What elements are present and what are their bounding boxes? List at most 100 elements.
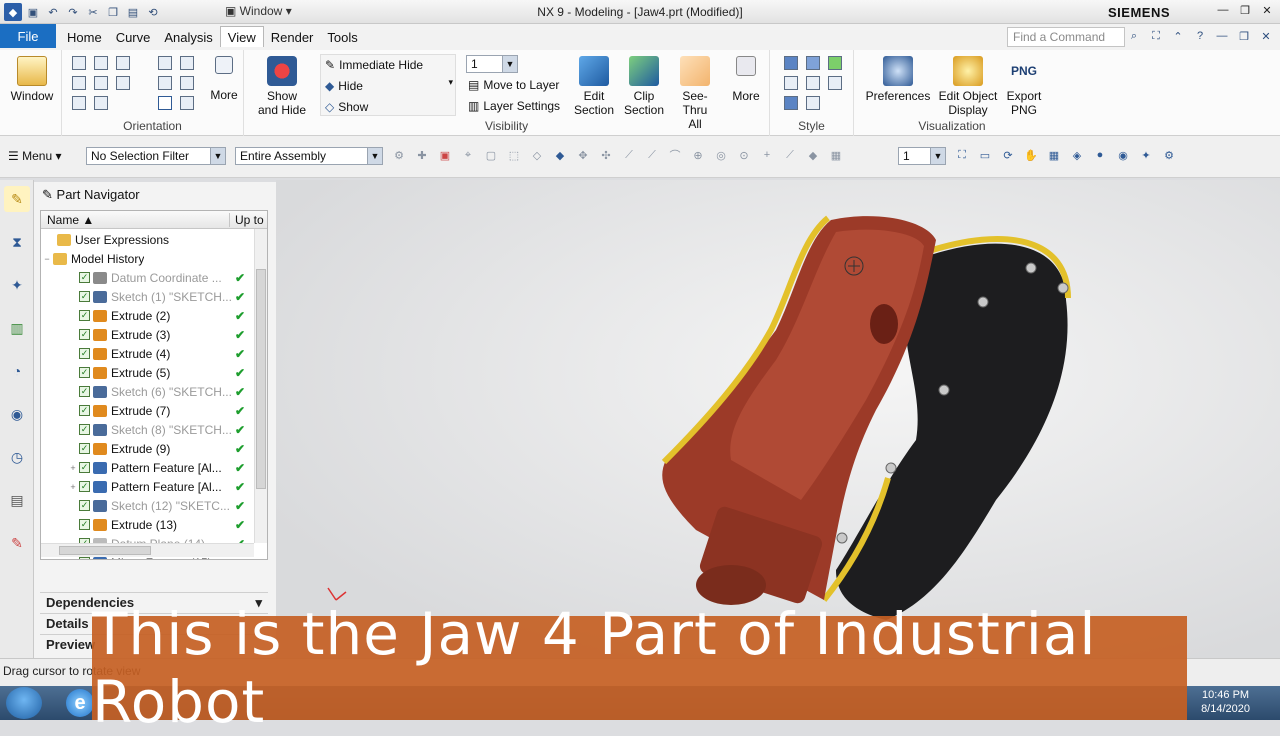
- bottom-view-icon[interactable]: [72, 96, 86, 110]
- scroll-thumb[interactable]: [59, 546, 151, 555]
- close-icon[interactable]: ✕: [1258, 2, 1276, 18]
- layer-settings-button[interactable]: ▥ Layer Settings: [468, 99, 560, 113]
- minimize-icon[interactable]: —: [1214, 2, 1232, 18]
- shaded-edges-icon[interactable]: [784, 56, 798, 70]
- internet-explorer-icon[interactable]: e: [66, 689, 94, 717]
- rotate-icon[interactable]: [158, 96, 172, 110]
- tree-row[interactable]: ✓ Extrude (3) ✔: [41, 325, 253, 344]
- reuse-library-icon[interactable]: ▥: [4, 315, 30, 341]
- tree-row[interactable]: ✓ Sketch (6) "SKETCH... ✔: [41, 382, 253, 401]
- tree-row[interactable]: ✓ Sketch (8) "SKETCH... ✔: [41, 420, 253, 439]
- pan-icon[interactable]: [158, 76, 172, 90]
- tree-row[interactable]: ✓ Sketch (1) "SKETCH... ✔: [41, 287, 253, 306]
- tab-render[interactable]: Render: [264, 28, 321, 47]
- tree-row[interactable]: ✓ Extrude (4) ✔: [41, 344, 253, 363]
- hide-show-scroll-icon[interactable]: ▾: [448, 77, 453, 88]
- jaw4-part-model[interactable]: [276, 180, 1280, 658]
- top-view-icon[interactable]: [116, 56, 130, 70]
- help-icon[interactable]: ?: [1192, 28, 1208, 44]
- tab-home[interactable]: Home: [60, 28, 109, 47]
- isometric-icon[interactable]: [94, 56, 108, 70]
- graphics-window[interactable]: [276, 180, 1280, 658]
- hd3d-tools-icon[interactable]: ◔: [4, 358, 30, 384]
- scroll-thumb[interactable]: [256, 269, 266, 489]
- tree-row[interactable]: User Expressions: [41, 230, 253, 249]
- background-icon[interactable]: ●: [1093, 148, 1107, 162]
- up-to-date-column-header[interactable]: Up to: [229, 213, 264, 227]
- visibility-checkbox[interactable]: ✓: [79, 291, 90, 302]
- face-analysis-icon[interactable]: [828, 56, 842, 70]
- tree-row[interactable]: ✓ Sketch (12) "SKETC... ✔: [41, 496, 253, 515]
- view-triad-icon[interactable]: ✦: [1139, 148, 1153, 162]
- render-style-icon[interactable]: ▦: [1047, 148, 1061, 162]
- visibility-checkbox[interactable]: ✓: [79, 310, 90, 321]
- fullscreen-icon[interactable]: ⛶: [1148, 28, 1164, 44]
- left-view-icon[interactable]: [94, 96, 108, 110]
- solid-icon[interactable]: ◇: [530, 148, 544, 162]
- line-icon[interactable]: ⟋: [622, 148, 636, 162]
- toolbar-options-icon[interactable]: ⚙: [1162, 148, 1176, 162]
- palette-icon[interactable]: ✎: [4, 530, 30, 556]
- search-icon[interactable]: ⌕: [1126, 28, 1142, 44]
- tree-vertical-scrollbar[interactable]: [254, 229, 267, 543]
- window-button[interactable]: Window: [8, 56, 56, 103]
- quadrant-icon[interactable]: ⊙: [737, 148, 751, 162]
- orientation-more-button[interactable]: More: [208, 56, 240, 102]
- select-all-icon[interactable]: ⬚: [507, 148, 521, 162]
- trimetric-icon[interactable]: [72, 56, 86, 70]
- show-and-hide-button[interactable]: Show and Hide: [252, 56, 312, 117]
- name-column-header[interactable]: Name ▲: [47, 213, 94, 227]
- rotate-view-icon[interactable]: ⟳: [1001, 148, 1015, 162]
- selection-filter-dropdown[interactable]: No Selection Filter ▼: [86, 147, 226, 165]
- part-navigator-tab-icon[interactable]: ✎: [4, 186, 30, 212]
- tree-row[interactable]: ✓ Extrude (13) ✔: [41, 515, 253, 534]
- tree-row[interactable]: + ✓ Pattern Feature [Al... ✔: [41, 458, 253, 477]
- orient-view-icon[interactable]: ◈: [1070, 148, 1084, 162]
- preferences-button[interactable]: Preferences: [864, 56, 932, 103]
- intersect-icon[interactable]: +: [760, 148, 774, 162]
- move-icon[interactable]: ✥: [576, 148, 590, 162]
- shaded-icon[interactable]: [806, 56, 820, 70]
- visibility-checkbox[interactable]: ✓: [79, 348, 90, 359]
- filter-icon[interactable]: ▣: [438, 148, 452, 162]
- visibility-checkbox[interactable]: ✓: [79, 481, 90, 492]
- tree-row[interactable]: + ✓ Pattern Feature [Al... ✔: [41, 477, 253, 496]
- system-materials-icon[interactable]: ▤: [4, 487, 30, 513]
- doc-close-icon[interactable]: ✕: [1258, 28, 1274, 44]
- work-layer-dropdown[interactable]: 1 ▼: [898, 147, 946, 165]
- zoom-icon[interactable]: [180, 56, 194, 70]
- wireframe-icon[interactable]: [784, 76, 798, 90]
- rotate-icon[interactable]: ✣: [599, 148, 613, 162]
- pan-view-icon[interactable]: ✋: [1024, 148, 1038, 162]
- tab-view[interactable]: View: [219, 26, 264, 47]
- partial-shaded-icon[interactable]: [784, 96, 798, 110]
- tab-tools[interactable]: Tools: [320, 28, 364, 47]
- visibility-more-button[interactable]: More: [726, 56, 766, 103]
- pin-icon[interactable]: ✎: [42, 187, 53, 202]
- tree-horizontal-scrollbar[interactable]: [41, 543, 254, 557]
- immediate-hide-button[interactable]: ✎ Immediate Hide: [325, 58, 423, 72]
- tree-row[interactable]: ✓ Extrude (7) ✔: [41, 401, 253, 420]
- tree-row[interactable]: ✓ Extrude (5) ✔: [41, 363, 253, 382]
- lasso-icon[interactable]: ⌖: [461, 148, 475, 162]
- layer-dropdown[interactable]: 1 ▼: [466, 55, 518, 73]
- expand-toggle-icon[interactable]: +: [67, 482, 79, 492]
- constraint-navigator-icon[interactable]: ✦: [4, 272, 30, 298]
- show-button[interactable]: ◇ Show: [325, 100, 368, 114]
- restore-icon[interactable]: ❐: [1236, 2, 1254, 18]
- visibility-checkbox[interactable]: ✓: [79, 519, 90, 530]
- clip-section-button[interactable]: Clip Section: [620, 56, 668, 117]
- curve-icon[interactable]: ⟋: [645, 148, 659, 162]
- face-icon[interactable]: ◆: [806, 148, 820, 162]
- edit-section-button[interactable]: Edit Section: [570, 56, 618, 117]
- arc-icon[interactable]: ⌒: [668, 148, 682, 162]
- box-select-icon[interactable]: ▢: [484, 148, 498, 162]
- hide-button[interactable]: ◆ Hide: [325, 79, 363, 93]
- studio-icon[interactable]: [828, 76, 842, 90]
- visibility-checkbox[interactable]: ✓: [79, 386, 90, 397]
- snap-view-icon[interactable]: [180, 76, 194, 90]
- tree-row[interactable]: − Model History: [41, 249, 253, 268]
- assembly-navigator-icon[interactable]: ⧗: [4, 229, 30, 255]
- zoom-window-icon[interactable]: ▭: [978, 148, 992, 162]
- visibility-checkbox[interactable]: ✓: [79, 272, 90, 283]
